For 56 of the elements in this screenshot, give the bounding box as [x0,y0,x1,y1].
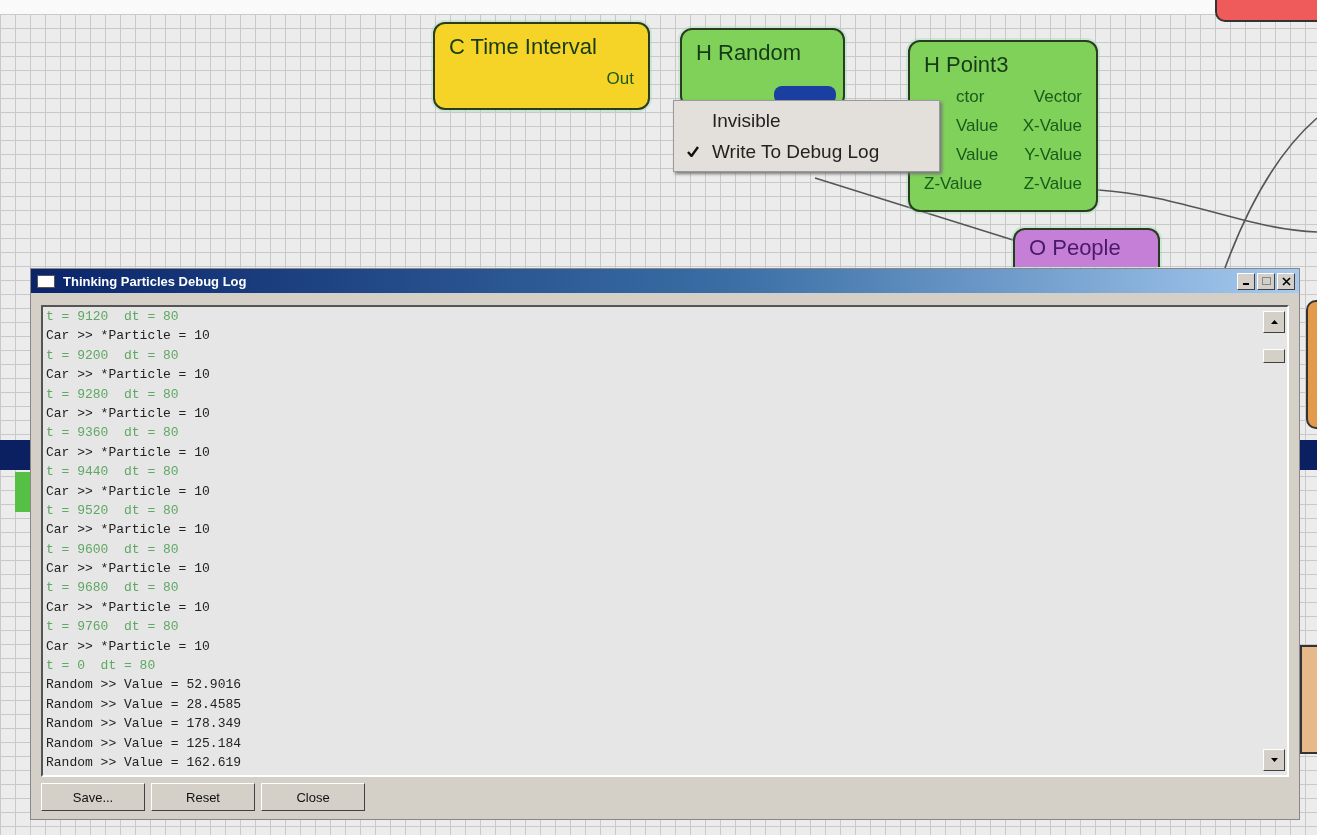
dialog-button[interactable]: Reset [151,783,255,811]
log-line: t = 0 dt = 80 [46,657,157,676]
node-title: C Time Interval [449,34,597,60]
log-line: Car >> *Particle = 10 [46,366,211,385]
close-button[interactable] [1277,272,1295,290]
log-line: Car >> *Particle = 10 [46,443,211,462]
port-label: Value [955,145,999,165]
log-line: Random >> Value = 125.184 [46,734,243,753]
log-line: t = 9680 dt = 80 [46,579,180,598]
port-label: Y-Value [1024,145,1082,165]
port-label: Value [955,116,999,136]
scroll-down-icon[interactable] [1263,749,1285,771]
graph-node[interactable]: H Point3 ctor Vector Value X-Value Value Y-Value Z-Value Z-Value [908,40,1098,212]
log-line: Random >> Value = 162.619 [46,754,243,772]
node-title: O People [1029,235,1121,261]
port-label: Z-Value [924,174,983,194]
log-line: t = 9120 dt = 80 [46,308,180,326]
log-line: t = 9600 dt = 80 [46,540,180,559]
log-line: t = 9280 dt = 80 [46,385,180,404]
log-line: Car >> *Particle = 10 [46,637,211,656]
close-icon [1281,276,1291,286]
log-line: t = 9200 dt = 80 [46,346,180,365]
scroll-thumb[interactable] [1263,349,1285,363]
log-line: Car >> *Particle = 10 [46,560,211,579]
log-line: Car >> *Particle = 10 [46,404,211,423]
log-line: t = 9520 dt = 80 [46,501,180,520]
log-line: Car >> *Particle = 10 [46,521,211,540]
log-line: Random >> Value = 178.349 [46,715,243,734]
partial-panel [1300,440,1317,470]
maximize-icon [1261,277,1271,285]
port-label: ctor [955,87,985,107]
window-title: Thinking Particles Debug Log [63,273,247,289]
log-line: Random >> Value = 52.9016 [46,676,243,695]
dialog-button[interactable]: Save... [41,783,145,811]
log-line: t = 9760 dt = 80 [46,618,180,637]
scroll-up-icon[interactable] [1263,311,1285,333]
minimize-button[interactable] [1237,272,1255,290]
node-title: H Point3 [924,52,1009,78]
port-label: X-Value [1022,116,1082,136]
graph-node[interactable]: O People [1013,228,1160,267]
maximize-button[interactable] [1257,272,1275,290]
log-line: t = 9360 dt = 80 [46,424,180,443]
port-label: Vector [1033,87,1082,107]
port-label: Z-Value [1023,174,1082,194]
log-line: Car >> *Particle = 10 [46,598,211,617]
node-title: H Random [696,40,802,66]
log-line: t = 9440 dt = 80 [46,463,180,482]
checkmark-icon [687,146,699,157]
graph-node[interactable]: C Time Interval Out [433,22,650,110]
dialog-button[interactable]: Close [261,783,365,811]
log-line: Car >> *Particle = 10 [46,327,211,346]
partial-node [15,472,30,512]
port-label: Out [606,69,634,89]
window-icon [37,274,55,288]
log-line: Random >> Value = 28.4585 [46,695,243,714]
log-line: Car >> *Particle = 10 [46,482,211,501]
